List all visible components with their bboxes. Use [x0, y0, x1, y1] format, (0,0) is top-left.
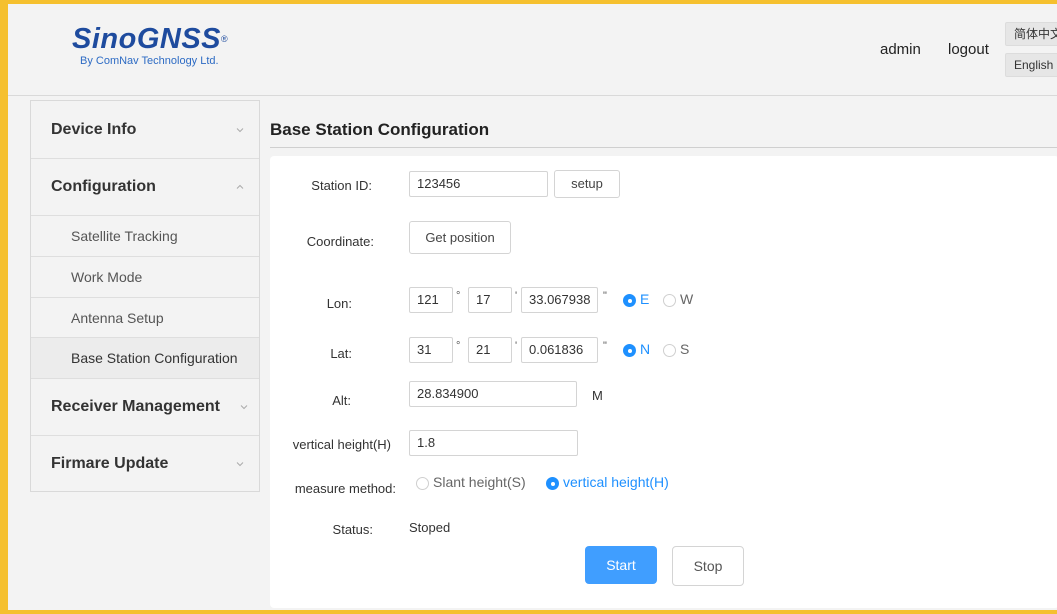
- header: SinoGNSS® By ComNav Technology Ltd. admi…: [8, 4, 1057, 96]
- logo-registered-mark: ®: [221, 34, 229, 44]
- sidebar-item-label: Satellite Tracking: [71, 228, 178, 244]
- sidebar-item-firmware-update[interactable]: Firmare Update: [31, 436, 259, 492]
- lat-deg-input[interactable]: 31: [409, 337, 453, 363]
- lat-north-radio[interactable]: [623, 344, 636, 357]
- config-panel: Station ID: 123456 setup Coordinate: Get…: [270, 156, 1057, 608]
- lon-min-input[interactable]: 17: [468, 287, 512, 313]
- station-id-input[interactable]: 123456: [409, 171, 548, 197]
- app-frame: SinoGNSS® By ComNav Technology Ltd. admi…: [8, 4, 1057, 610]
- lang-zh-button[interactable]: 简体中文: [1005, 22, 1057, 46]
- lon-east-radio[interactable]: [623, 294, 636, 307]
- logout-link[interactable]: logout: [948, 41, 989, 58]
- lat-min-symbol: ': [515, 340, 518, 352]
- sidebar-item-base-station-configuration[interactable]: Base Station Configuration: [31, 338, 259, 379]
- sidebar-item-label: Configuration: [51, 178, 156, 195]
- user-name[interactable]: admin: [880, 41, 921, 58]
- lat-min-input[interactable]: 21: [468, 337, 512, 363]
- sidebar-item-receiver-management[interactable]: Receiver Management: [31, 379, 259, 436]
- sidebar-item-work-mode[interactable]: Work Mode: [31, 257, 259, 298]
- lat-north-label: N: [640, 341, 651, 357]
- measure-vertical-label: vertical height(H): [563, 474, 669, 490]
- lon-east-label: E: [640, 291, 650, 307]
- sidebar-item-label: Work Mode: [71, 269, 143, 285]
- coordinate-label: Coordinate:: [306, 234, 374, 249]
- lon-west-radio[interactable]: [663, 294, 676, 307]
- lat-sec-symbol: ": [603, 340, 607, 352]
- chevron-down-icon: [236, 462, 244, 467]
- lon-sec-symbol: ": [603, 290, 607, 302]
- sidebar-item-satellite-tracking[interactable]: Satellite Tracking: [31, 216, 259, 257]
- status-label: Status:: [332, 522, 373, 537]
- lat-label: Lat:: [330, 346, 352, 361]
- sidebar: Device Info Configuration Satellite Trac…: [30, 100, 260, 492]
- logo: SinoGNSS® By ComNav Technology Ltd.: [72, 24, 228, 67]
- alt-label: Alt:: [332, 393, 351, 408]
- sidebar-item-configuration[interactable]: Configuration: [31, 159, 259, 216]
- alt-input[interactable]: 28.834900: [409, 381, 577, 407]
- lon-label: Lon:: [326, 296, 352, 311]
- sidebar-item-label: Firmare Update: [51, 455, 169, 472]
- lat-south-radio[interactable]: [663, 344, 676, 357]
- station-id-label: Station ID:: [311, 178, 372, 193]
- measure-slant-radio[interactable]: [416, 477, 429, 490]
- title-divider: [270, 147, 1057, 148]
- setup-button[interactable]: setup: [554, 170, 620, 198]
- vertical-height-input[interactable]: 1.8: [409, 430, 578, 456]
- lon-west-label: W: [680, 291, 694, 307]
- chevron-down-icon: [236, 127, 244, 132]
- chevron-down-icon: [240, 405, 248, 410]
- sidebar-item-antenna-setup[interactable]: Antenna Setup: [31, 298, 259, 338]
- sidebar-item-device-info[interactable]: Device Info: [31, 101, 259, 159]
- start-button[interactable]: Start: [585, 546, 657, 584]
- lon-deg-symbol: °: [456, 290, 461, 302]
- page-title: Base Station Configuration: [270, 120, 490, 139]
- lat-south-label: S: [680, 341, 690, 357]
- measure-slant-label: Slant height(S): [433, 474, 526, 490]
- lon-min-symbol: ': [515, 290, 518, 302]
- alt-unit: M: [592, 388, 603, 403]
- lon-deg-input[interactable]: 121: [409, 287, 453, 313]
- stop-button[interactable]: Stop: [672, 546, 744, 586]
- sidebar-item-label: Receiver Management: [51, 398, 220, 415]
- status-value: Stoped: [409, 520, 451, 535]
- logo-main: SinoGNSS®: [72, 24, 228, 54]
- sidebar-item-label: Base Station Configuration: [71, 350, 238, 366]
- vertical-height-label: vertical height(H): [292, 437, 391, 452]
- get-position-button[interactable]: Get position: [409, 221, 511, 254]
- sidebar-item-label: Device Info: [51, 120, 137, 138]
- lat-deg-symbol: °: [456, 340, 461, 352]
- logo-subtitle: By ComNav Technology Ltd.: [80, 55, 219, 67]
- measure-vertical-radio[interactable]: [546, 477, 559, 490]
- lat-sec-input[interactable]: 0.061836: [521, 337, 598, 363]
- lon-sec-input[interactable]: 33.067938: [521, 287, 598, 313]
- sidebar-item-label: Antenna Setup: [71, 309, 164, 326]
- chevron-up-icon: [236, 184, 244, 189]
- logo-text: SinoGNSS: [72, 23, 222, 55]
- lang-en-button[interactable]: English: [1005, 53, 1057, 77]
- measure-method-label: measure method:: [294, 481, 396, 496]
